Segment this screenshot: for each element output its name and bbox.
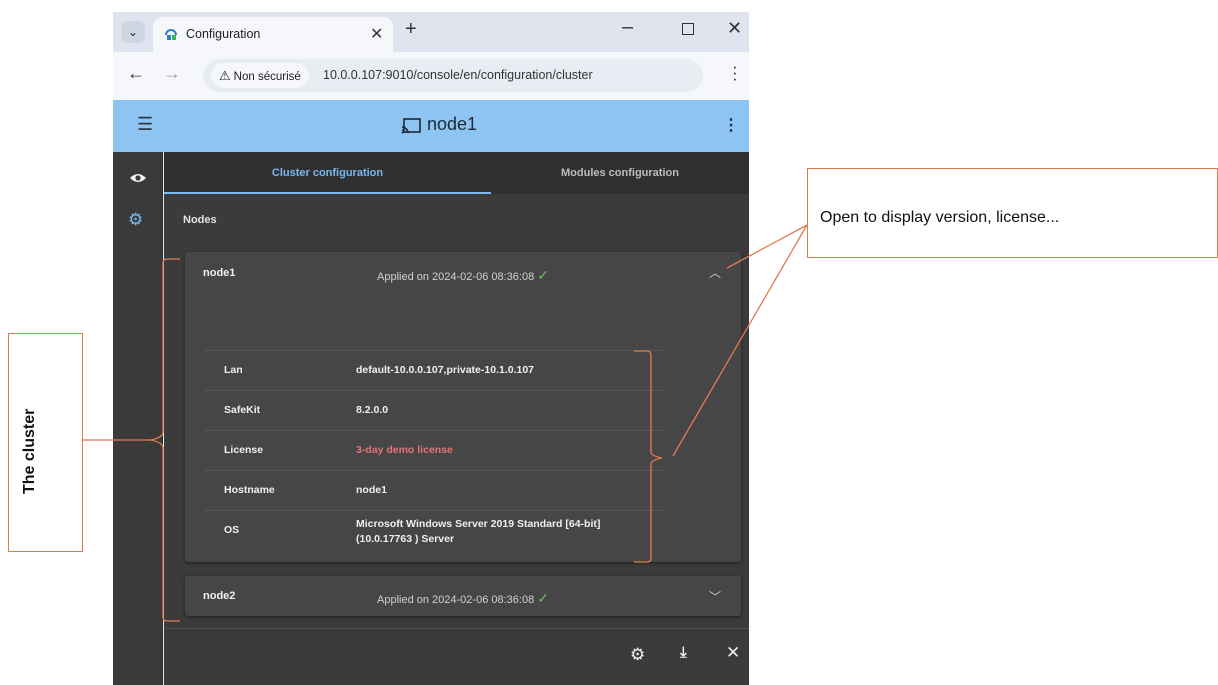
property-key: OS [224, 524, 240, 536]
chevron-down-icon[interactable]: ﹀ [709, 588, 721, 605]
node-status: Applied on 2024-02-06 08:36:08 ✓ [377, 267, 549, 283]
property-value: 8.2.0.0 [356, 404, 389, 416]
license-value: 3-day demo license [356, 444, 453, 456]
eye-icon[interactable] [129, 172, 147, 184]
cast-icon [401, 118, 421, 134]
main-content: Cluster configuration Modules configurat… [164, 152, 749, 685]
node-name[interactable]: node2 [203, 590, 235, 602]
node-properties: Lan default-10.0.0.107,private-10.1.0.10… [204, 350, 666, 552]
kebab-icon[interactable]: · · · [732, 58, 738, 87]
security-badge[interactable]: ⚠ Non sécurisé [211, 63, 309, 88]
property-value: Microsoft Windows Server 2019 Standard [… [356, 518, 601, 545]
check-icon: ✓ [537, 267, 549, 283]
window-close-icon[interactable]: ✕ [727, 18, 742, 39]
warning-icon: ⚠ [219, 68, 231, 83]
browser-window: ⌄ Configuration ✕ + – ✕ ← → ⚠ Non sécuris… [113, 12, 749, 685]
property-row: Hostname node1 [204, 470, 666, 510]
tab-cluster-configuration[interactable]: Cluster configuration [164, 152, 491, 194]
close-icon[interactable]: ✕ [370, 24, 383, 44]
node-status: Applied on 2024-02-06 08:36:08 ✓ [377, 590, 549, 606]
app-header: ☰ node1 ⋮ [113, 100, 749, 152]
browser-tab[interactable]: Configuration ✕ [153, 17, 393, 52]
url-text[interactable]: 10.0.0.107:9010/console/en/configuration… [323, 68, 593, 82]
annotation-text-right: Open to display version, license... [820, 209, 1060, 226]
tab-search-button[interactable]: ⌄ [121, 21, 145, 43]
back-icon[interactable]: ← [127, 63, 145, 84]
app-title: node1 [427, 114, 478, 134]
maximize-icon[interactable] [682, 23, 694, 35]
property-key: Hostname [224, 484, 275, 496]
property-key: SafeKit [224, 404, 261, 416]
node-panel-node1: node1 Applied on 2024-02-06 08:36:08 ✓ ︿ … [185, 252, 741, 562]
property-row: Lan default-10.0.0.107,private-10.1.0.10… [204, 350, 666, 390]
annotation-box-right: Open to display version, license... [807, 168, 1218, 258]
check-icon: ✓ [537, 590, 549, 606]
property-row: OS Microsoft Windows Server 2019 Standar… [204, 510, 666, 552]
address-bar: ← → ⚠ Non sécurisé 10.0.0.107:9010/consol… [113, 52, 749, 100]
settings-button[interactable]: ⚙ [630, 645, 645, 665]
property-row: License 3-day demo license [204, 430, 666, 470]
property-value: node1 [356, 484, 387, 496]
chevron-up-icon[interactable]: ︿ [709, 264, 721, 281]
node-name[interactable]: node1 [203, 267, 235, 279]
more-vert-icon[interactable]: ⋮ [723, 115, 739, 135]
hamburger-icon[interactable]: ☰ [137, 114, 153, 135]
divider [164, 628, 749, 629]
annotation-box-left: The cluster [8, 333, 83, 552]
forward-icon[interactable]: → [163, 63, 181, 84]
property-key: License [224, 444, 264, 456]
minimize-icon[interactable]: – [622, 16, 633, 39]
tab-title: Configuration [186, 27, 261, 41]
close-icon[interactable]: ✕ [726, 643, 740, 663]
omnibox[interactable]: ⚠ Non sécurisé 10.0.0.107:9010/console/en… [203, 59, 703, 92]
property-value: default-10.0.0.107,private-10.1.0.107 [356, 364, 535, 376]
favicon-icon [165, 29, 177, 40]
config-tabs: Cluster configuration Modules configurat… [164, 152, 749, 194]
node-panel-node2[interactable]: node2 Applied on 2024-02-06 08:36:08 ✓ ﹀ [185, 576, 741, 616]
property-row: SafeKit 8.2.0.0 [204, 390, 666, 430]
chevron-down-icon: ⌄ [127, 25, 139, 39]
download-icon[interactable]: ⤓ [680, 644, 687, 661]
security-label: Non sécurisé [233, 71, 301, 83]
property-key: Lan [224, 364, 243, 376]
tab-modules-configuration[interactable]: Modules configuration [491, 152, 749, 194]
plus-icon[interactable]: + [405, 18, 417, 41]
sidebar: ⚙ [113, 152, 163, 685]
section-title: Nodes [183, 214, 217, 226]
tab-strip: ⌄ Configuration ✕ + – ✕ [113, 12, 749, 52]
gear-icon[interactable]: ⚙ [128, 210, 143, 230]
annotation-text-left: The cluster [21, 408, 38, 494]
